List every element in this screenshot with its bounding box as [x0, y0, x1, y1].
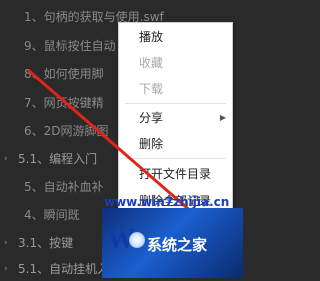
site-logo: W 系统之家	[102, 208, 243, 278]
logo-text: 系统之家	[147, 236, 208, 254]
globe-icon	[129, 232, 145, 248]
watermark-url: www.win7zhijia.cn	[104, 195, 230, 209]
